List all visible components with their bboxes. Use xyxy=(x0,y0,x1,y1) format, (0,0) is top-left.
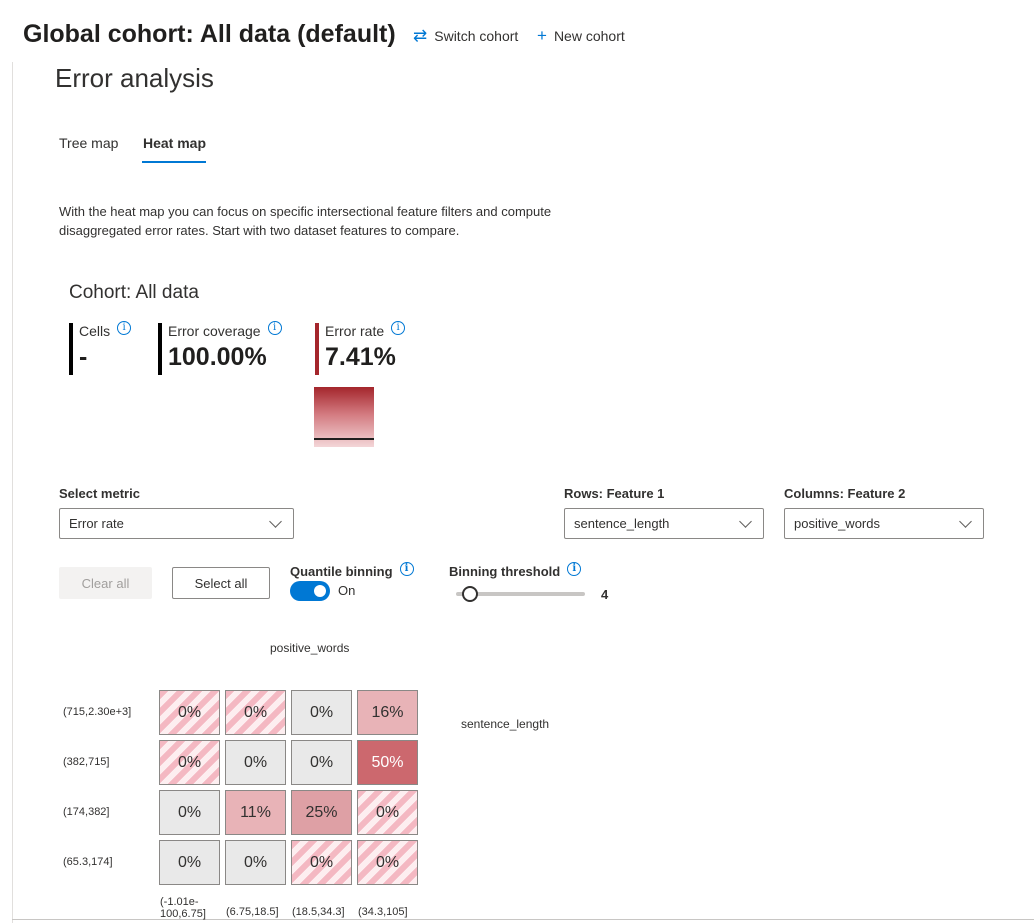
select-all-button[interactable]: Select all xyxy=(172,567,270,599)
info-icon[interactable]: i xyxy=(399,561,414,576)
heat-map-cell[interactable]: 0% xyxy=(225,840,286,885)
heat-map-cell[interactable]: 0% xyxy=(357,840,418,885)
swap-arrows-icon: ⇄ xyxy=(413,26,428,45)
heat-map-cell[interactable]: 0% xyxy=(159,840,220,885)
heat-map-cell[interactable]: 0% xyxy=(159,740,220,785)
chevron-down-icon xyxy=(739,514,752,528)
heat-map-cell[interactable]: 11% xyxy=(225,790,286,835)
heat-map-description: With the heat map you can focus on speci… xyxy=(59,204,552,238)
columns-feature-value: positive_words xyxy=(794,516,880,531)
rows-feature-label: Rows: Feature 1 xyxy=(564,486,665,501)
heat-map-cell[interactable]: 0% xyxy=(291,840,352,885)
binning-threshold-value: 4 xyxy=(601,587,609,602)
columns-feature-label: Columns: Feature 2 xyxy=(784,486,906,501)
error-rate-metric: Error rate i 7.41% xyxy=(315,321,406,375)
cells-label: Cells i xyxy=(79,321,132,339)
selected-tab-indicator xyxy=(142,161,206,163)
column-feature-label: positive_words xyxy=(270,641,350,655)
chevron-down-icon xyxy=(959,514,972,528)
heat-map-cell[interactable]: 16% xyxy=(357,690,418,735)
switch-cohort-label: Switch cohort xyxy=(434,27,519,44)
cohort-title: Cohort: All data xyxy=(69,282,199,303)
panel-border xyxy=(12,62,13,923)
error-rate-label-text: Error rate xyxy=(325,323,385,339)
heat-map-cell[interactable]: 0% xyxy=(159,790,220,835)
info-icon[interactable]: i xyxy=(391,321,406,335)
chevron-down-icon xyxy=(269,514,282,528)
column-bin-label: (6.75,18.5] xyxy=(226,906,279,918)
switch-cohort-button[interactable]: ⇄ Switch cohort xyxy=(413,27,518,44)
binning-threshold-label: Binning threshold i xyxy=(449,561,582,579)
tab-heat-map[interactable]: Heat map xyxy=(143,135,206,151)
toggle-knob xyxy=(314,585,326,597)
select-metric-dropdown[interactable]: Error rate xyxy=(59,508,294,539)
cells-value: - xyxy=(79,343,88,371)
row-bin-label: (174,382] xyxy=(63,806,110,818)
cells-label-text: Cells xyxy=(79,323,111,339)
quantile-binning-toggle[interactable] xyxy=(290,581,330,601)
page-title: Error analysis xyxy=(55,63,214,93)
row-bin-label: (715,2.30e+3] xyxy=(63,706,132,718)
error-coverage-label: Error coverage i xyxy=(168,321,282,339)
heat-map-cell[interactable]: 25% xyxy=(291,790,352,835)
column-bin-label: (34.3,105] xyxy=(358,906,408,918)
heat-map-cell[interactable]: 0% xyxy=(225,690,286,735)
row-bin-label: (382,715] xyxy=(63,756,110,768)
error-coverage-label-text: Error coverage xyxy=(168,323,261,339)
plus-icon: + xyxy=(537,26,547,45)
quantile-binning-label-text: Quantile binning xyxy=(290,564,393,579)
heat-map-cell[interactable]: 0% xyxy=(225,740,286,785)
info-icon[interactable]: i xyxy=(117,321,132,335)
quantile-binning-label: Quantile binning i xyxy=(290,561,414,579)
heat-map-cell[interactable]: 50% xyxy=(357,740,418,785)
metric-bar xyxy=(69,323,73,375)
clear-all-button[interactable]: Clear all xyxy=(59,567,152,599)
column-bin-label: (-1.01e- 100,6.75] xyxy=(160,896,206,920)
info-icon[interactable]: i xyxy=(567,561,582,576)
metric-bar xyxy=(315,323,319,375)
global-cohort-title: Global cohort: All data (default) xyxy=(23,20,396,48)
column-bin-label: (18.5,34.3] xyxy=(292,906,345,918)
heat-map-cell[interactable]: 0% xyxy=(291,740,352,785)
heat-map-cell[interactable]: 0% xyxy=(357,790,418,835)
row-bin-label: (65.3,174] xyxy=(63,856,113,868)
new-cohort-button[interactable]: + New cohort xyxy=(537,27,625,44)
new-cohort-label: New cohort xyxy=(553,27,625,44)
metric-bar xyxy=(158,323,162,375)
error-coverage-metric: Error coverage i 100.00% xyxy=(158,321,282,375)
error-coverage-value: 100.00% xyxy=(168,343,267,371)
heat-map-cell[interactable]: 0% xyxy=(291,690,352,735)
binning-threshold-label-text: Binning threshold xyxy=(449,564,561,579)
top-bar: Global cohort: All data (default) ⇄ Swit… xyxy=(0,0,1034,62)
cells-metric: Cells i - xyxy=(69,321,132,375)
error-rate-marker xyxy=(314,438,374,440)
heat-map-cell[interactable]: 0% xyxy=(159,690,220,735)
rows-feature-value: sentence_length xyxy=(574,516,670,531)
row-feature-label: sentence_length xyxy=(461,717,550,731)
info-icon[interactable]: i xyxy=(267,321,282,335)
select-metric-value: Error rate xyxy=(69,516,124,531)
error-rate-value: 7.41% xyxy=(325,343,396,371)
error-rate-label: Error rate i xyxy=(325,321,406,339)
quantile-binning-state: On xyxy=(338,583,356,598)
slider-thumb[interactable] xyxy=(462,586,478,602)
tab-tree-map[interactable]: Tree map xyxy=(59,135,118,151)
rows-feature-dropdown[interactable]: sentence_length xyxy=(564,508,764,539)
columns-feature-dropdown[interactable]: positive_words xyxy=(784,508,984,539)
select-metric-label: Select metric xyxy=(59,486,140,501)
